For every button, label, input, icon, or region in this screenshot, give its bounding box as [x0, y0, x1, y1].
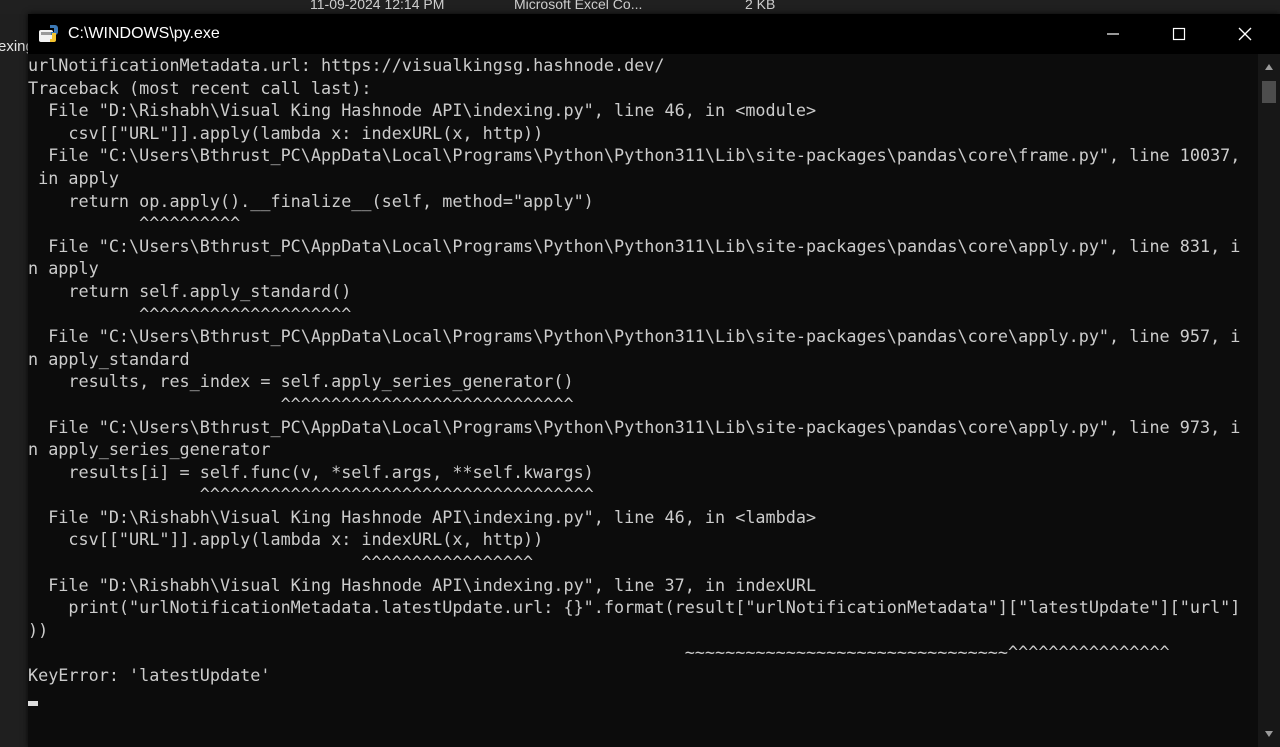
console-line: File "C:\Users\Bthrust_PC\AppData\Local\… — [28, 145, 1241, 166]
scroll-up-arrow-icon — [1265, 64, 1273, 70]
scroll-down-arrow-icon — [1265, 731, 1273, 737]
window-title: C:\WINDOWS\py.exe — [68, 25, 220, 42]
title-bar[interactable]: C:\WINDOWS\py.exe — [28, 14, 1280, 54]
close-icon — [1238, 27, 1252, 41]
console-line: csv[["URL"]].apply(lambda x: indexURL(x,… — [28, 122, 544, 143]
background-size: 2 KB — [745, 0, 776, 12]
console-line: in apply — [28, 167, 119, 188]
background-left-text: exing — [0, 38, 28, 55]
background-type: Microsoft Excel Co... — [514, 0, 643, 12]
vertical-scrollbar[interactable] — [1258, 54, 1280, 747]
scroll-down-button[interactable] — [1258, 723, 1280, 745]
console-output[interactable]: urlNotificationMetadata.url: https://vis… — [28, 54, 1258, 747]
prompt-line — [28, 687, 1258, 710]
console-line: results, res_index = self.apply_series_g… — [28, 371, 574, 392]
maximize-button[interactable] — [1146, 14, 1212, 54]
scroll-up-button[interactable] — [1258, 56, 1280, 78]
console-line: n apply_series_generator — [28, 439, 271, 460]
console-line: File "C:\Users\Bthrust_PC\AppData\Local\… — [28, 326, 1241, 347]
console-line: File "C:\Users\Bthrust_PC\AppData\Local\… — [28, 416, 1241, 437]
console-line: Traceback (most recent call last): — [28, 77, 372, 98]
console-line: File "C:\Users\Bthrust_PC\AppData\Local\… — [28, 235, 1241, 256]
background-date: 11-09-2024 12:14 PM — [310, 0, 445, 12]
console-line: KeyError: 'latestUpdate' — [28, 665, 271, 686]
text-cursor — [28, 700, 38, 706]
scroll-thumb[interactable] — [1262, 81, 1276, 103]
console-line: urlNotificationMetadata.url: https://vis… — [28, 55, 665, 75]
minimize-icon — [1107, 33, 1119, 35]
console-line: csv[["URL"]].apply(lambda x: indexURL(x,… — [28, 529, 544, 550]
console-line: )) — [28, 619, 49, 640]
background-explorer-edge: exing — [0, 14, 28, 747]
console-line: File "D:\Rishabh\Visual King Hashnode AP… — [28, 574, 817, 595]
python-launcher-icon — [39, 25, 58, 42]
console-line: ^^^^^^^^^^^^^^^^^^^^^^^^^^^^^^^^^^^^^^^ — [28, 484, 594, 505]
console-line: ^^^^^^^^^^^^^^^^^^^^^ — [28, 303, 352, 324]
console-line: ^^^^^^^^^^ — [28, 213, 241, 234]
console-line: n apply — [28, 258, 99, 279]
minimize-button[interactable] — [1080, 14, 1146, 54]
maximize-icon — [1172, 27, 1186, 41]
console-line: results[i] = self.func(v, *self.args, **… — [28, 461, 594, 482]
console-line: n apply_standard — [28, 348, 190, 369]
console-line: print("urlNotificationMetadata.latestUpd… — [28, 597, 1241, 618]
console-line: File "D:\Rishabh\Visual King Hashnode AP… — [28, 100, 817, 121]
console-line: ^^^^^^^^^^^^^^^^^ — [28, 552, 534, 573]
console-line: return op.apply().__finalize__(self, met… — [28, 190, 594, 211]
background-file-row: 11-09-2024 12:14 PM Microsoft Excel Co..… — [0, 0, 1280, 14]
console-window: C:\WINDOWS\py.exe urlNotificationMetadat… — [28, 14, 1280, 747]
console-line: return self.apply_standard() — [28, 280, 352, 301]
close-button[interactable] — [1212, 14, 1278, 54]
console-line: File "D:\Rishabh\Visual King Hashnode AP… — [28, 506, 817, 527]
console-line: ^^^^^^^^^^^^^^^^^^^^^^^^^^^^^ — [28, 393, 574, 414]
console-line: ~~~~~~~~~~~~~~~~~~~~~~~~~~~~~~~~^^^^^^^^… — [28, 642, 1170, 663]
